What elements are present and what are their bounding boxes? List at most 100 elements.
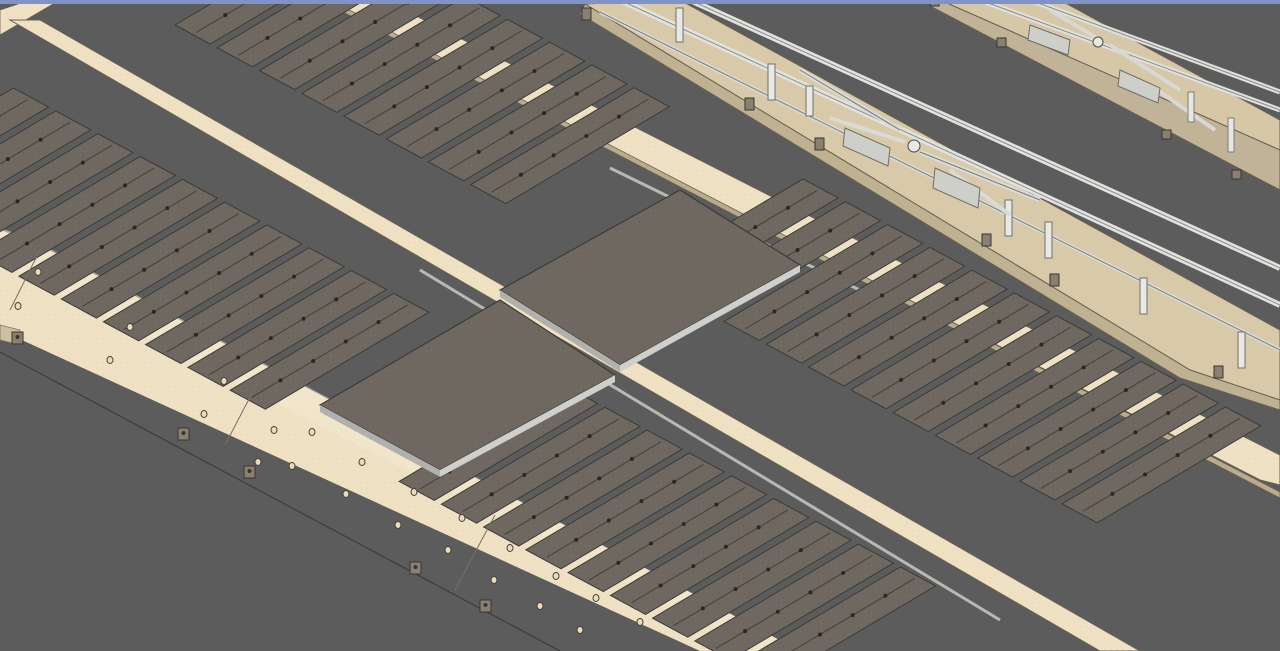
bolt xyxy=(1143,472,1147,477)
bolt xyxy=(723,544,728,549)
bolt xyxy=(997,319,1002,324)
bolt xyxy=(542,111,547,116)
bolt xyxy=(350,81,354,86)
bolt xyxy=(983,423,988,428)
bolt xyxy=(522,472,527,477)
bolt xyxy=(756,525,761,530)
bolt xyxy=(343,339,348,344)
bolt xyxy=(954,296,959,301)
bolt-hole xyxy=(14,302,22,310)
bolt-hole xyxy=(358,458,366,466)
bolt xyxy=(249,251,254,256)
bolt-hole xyxy=(270,426,278,434)
bolt xyxy=(617,114,621,119)
bolt xyxy=(340,39,345,44)
bolt xyxy=(847,312,852,317)
viewport-top-strip xyxy=(0,0,1280,4)
bolt xyxy=(931,358,936,363)
bolt xyxy=(805,290,810,295)
bolt xyxy=(1175,453,1180,458)
bolt xyxy=(90,202,95,207)
bolt xyxy=(672,479,677,484)
bolt xyxy=(490,46,495,51)
bolt xyxy=(1081,365,1086,370)
bolt xyxy=(772,309,777,314)
bolt xyxy=(226,313,231,318)
bolt xyxy=(457,65,462,70)
bolt xyxy=(434,127,439,132)
bolt xyxy=(151,309,156,314)
bolt xyxy=(382,62,387,67)
bolt xyxy=(489,492,494,497)
bolt xyxy=(587,434,592,439)
bolt xyxy=(1058,426,1063,431)
bolt xyxy=(1166,410,1171,415)
bolt xyxy=(193,332,198,337)
bolt xyxy=(1039,342,1044,347)
bolt xyxy=(564,495,569,500)
bolt-hole xyxy=(506,544,514,552)
bolt-hole xyxy=(552,572,560,580)
bolt xyxy=(334,297,339,302)
bolt xyxy=(691,564,696,569)
bolt xyxy=(268,336,273,341)
bolt xyxy=(775,609,780,614)
bolt xyxy=(217,271,222,276)
bolt xyxy=(1025,446,1030,451)
bolt xyxy=(142,267,147,272)
bolt xyxy=(415,42,420,47)
bolt xyxy=(818,632,822,637)
bolt xyxy=(509,130,514,135)
bolt xyxy=(889,335,894,340)
bolt xyxy=(584,133,589,138)
bolt xyxy=(912,274,917,279)
bolt xyxy=(733,586,738,591)
bolt-hole xyxy=(342,490,350,498)
bolt xyxy=(165,206,170,211)
bolt xyxy=(551,153,556,158)
bolt xyxy=(841,570,846,575)
cad-viewport xyxy=(0,0,1280,651)
bolt xyxy=(184,290,189,295)
bolt xyxy=(80,160,85,165)
bolt xyxy=(373,19,378,24)
bolt xyxy=(766,567,771,572)
bolt-hole xyxy=(288,462,296,470)
bolt xyxy=(48,179,53,184)
bolt-hole xyxy=(444,546,452,554)
bolt xyxy=(974,381,979,386)
bolt xyxy=(448,23,453,28)
bolt xyxy=(1048,384,1053,389)
bolt xyxy=(1016,404,1021,409)
bolt xyxy=(880,293,884,298)
bolt xyxy=(743,629,748,634)
bolt xyxy=(532,68,537,73)
bolt xyxy=(753,225,758,230)
bolt xyxy=(15,199,20,204)
bolt-hole xyxy=(254,458,262,466)
bolt-hole xyxy=(576,626,584,634)
bolt xyxy=(174,248,179,253)
bolt xyxy=(1110,491,1115,496)
background-frame-upper xyxy=(928,0,1280,191)
bolt xyxy=(629,456,634,461)
bolt-hole xyxy=(636,618,644,626)
bolt xyxy=(597,476,602,481)
bolt-hole xyxy=(490,576,498,584)
bolt-hole xyxy=(536,602,544,610)
bolt xyxy=(223,13,228,18)
bolt xyxy=(265,35,270,40)
bolt xyxy=(555,453,559,458)
bolt xyxy=(109,287,114,292)
bolt xyxy=(476,149,481,154)
bolt xyxy=(785,205,790,210)
bolt xyxy=(467,107,472,112)
bolt xyxy=(964,339,969,344)
bolt xyxy=(38,137,43,142)
bolt xyxy=(681,521,686,526)
bolt xyxy=(941,400,946,405)
bolt xyxy=(574,537,579,542)
bolt xyxy=(292,274,296,279)
bolt-hole xyxy=(106,356,114,364)
bolt xyxy=(424,84,429,89)
